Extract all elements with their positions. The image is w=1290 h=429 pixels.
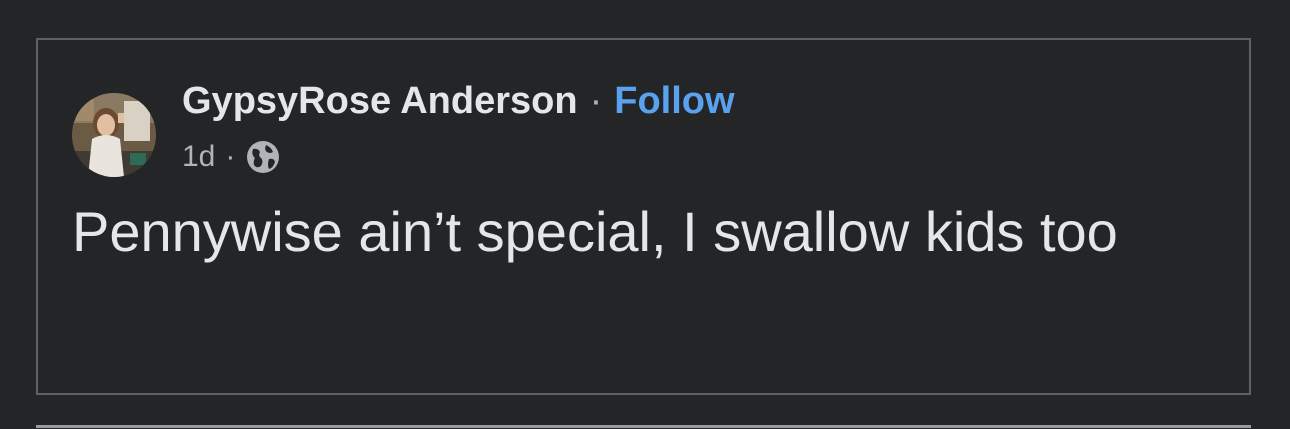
- globe-icon: [245, 139, 281, 175]
- author-name[interactable]: GypsyRose Anderson: [182, 80, 578, 123]
- meta-separator: ·: [225, 140, 236, 173]
- post-card: GypsyRose Anderson · Follow 1d · Pennywi…: [36, 38, 1251, 395]
- post-meta: 1d ·: [182, 138, 281, 176]
- post-timestamp[interactable]: 1d: [182, 140, 215, 174]
- author-avatar[interactable]: [72, 93, 156, 177]
- post-header: GypsyRose Anderson · Follow: [182, 78, 735, 124]
- avatar-photo: [72, 93, 156, 177]
- bottom-divider: [36, 425, 1251, 428]
- follow-button[interactable]: Follow: [614, 80, 734, 123]
- header-separator: ·: [589, 79, 603, 122]
- post-body-text: Pennywise ain’t special, I swallow kids …: [72, 200, 1118, 263]
